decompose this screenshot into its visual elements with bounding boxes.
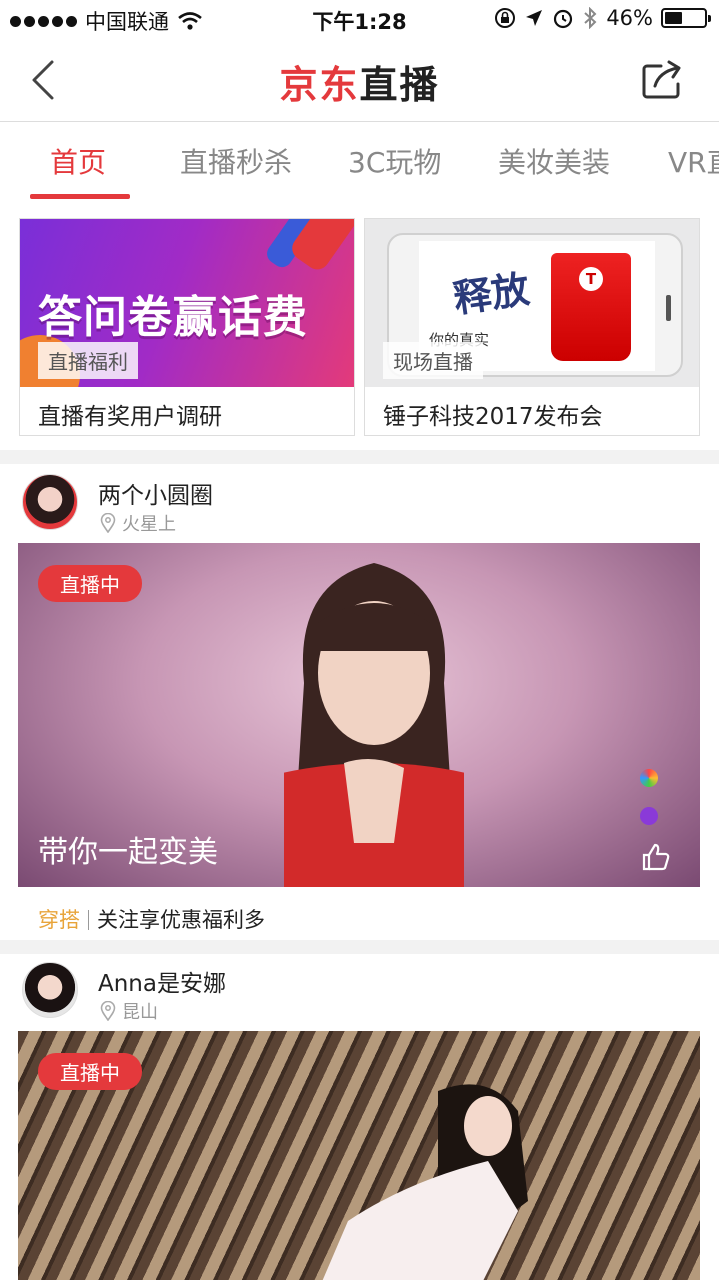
live-post[interactable]: Anna是安娜 昆山 直播中 (0, 954, 719, 1280)
tab-3c[interactable]: 3C玩物 (348, 141, 441, 181)
bunny-icon (640, 807, 658, 825)
tab-beauty[interactable]: 美妆美装 (498, 141, 610, 181)
like-icon[interactable] (640, 841, 672, 873)
battery-percent: 46% (606, 6, 653, 30)
post-category[interactable]: 穿搭 (38, 908, 80, 932)
location-pin-icon (100, 513, 116, 533)
location-text: 昆山 (122, 1002, 158, 1023)
location-text: 火星上 (122, 514, 176, 535)
host-location: 昆山 (100, 998, 158, 1024)
live-badge: 直播中 (38, 1053, 142, 1090)
cover-title: 带你一起变美 (38, 835, 218, 870)
battery-fill (665, 12, 683, 24)
live-cover[interactable]: 直播中 带你一起变美 (18, 543, 700, 887)
share-icon[interactable] (641, 58, 685, 102)
banner-text: 答问卷赢话费 (38, 292, 308, 343)
live-post[interactable]: 两个小圆圈 火星上 直播中 带你一起变美 穿搭 关注享优惠福利多 (0, 464, 719, 940)
live-cover[interactable]: 直播中 (18, 1031, 700, 1280)
status-bar: 中国联通 下午1:28 46% (0, 0, 719, 40)
feature-card-launch[interactable]: 释放 你的真实 现场直播 锤子科技2017发布会 (364, 218, 700, 436)
sparkle-icon (640, 769, 658, 787)
battery-icon (661, 8, 711, 28)
post-description: 关注享优惠福利多 (97, 908, 265, 932)
avatar[interactable] (22, 474, 78, 530)
post-footer: 穿搭 关注享优惠福利多 (38, 904, 265, 934)
rotation-lock-icon (495, 8, 516, 28)
live-badge: 直播中 (38, 565, 142, 602)
alarm-icon (554, 9, 573, 29)
location-pin-icon (100, 1001, 116, 1021)
host-location: 火星上 (100, 510, 176, 536)
host-name[interactable]: Anna是安娜 (98, 964, 226, 998)
red-cloth-image (551, 253, 631, 361)
host-photo (284, 563, 464, 887)
feature-tag: 直播福利 (38, 342, 138, 379)
banner-text: 释放 (450, 265, 533, 322)
title-brand: 京东 (279, 63, 360, 107)
feature-tag: 现场直播 (383, 342, 483, 379)
section-divider (0, 450, 719, 464)
host-name[interactable]: 两个小圆圈 (98, 476, 213, 510)
section-divider (0, 940, 719, 954)
category-tabs: 首页 直播秒杀 3C玩物 美妆美装 VR直 (0, 123, 719, 203)
location-arrow-icon (526, 10, 543, 26)
tab-home[interactable]: 首页 (50, 141, 106, 181)
active-tab-indicator (30, 194, 130, 199)
bluetooth-icon (584, 7, 597, 29)
tab-flash-sale[interactable]: 直播秒杀 (180, 141, 292, 181)
page-title: 京东直播 (0, 54, 719, 109)
feature-caption: 锤子科技2017发布会 (383, 404, 603, 430)
feature-caption: 直播有奖用户调研 (38, 404, 222, 430)
title-suffix: 直播 (359, 63, 440, 107)
nav-bar: 京东直播 (0, 40, 719, 122)
feature-banner: 释放 你的真实 现场直播 (365, 219, 699, 387)
feature-banner: 答问卷赢话费 直播福利 (20, 219, 354, 387)
feature-card-survey[interactable]: 答问卷赢话费 直播福利 直播有奖用户调研 (19, 218, 355, 436)
tab-vr[interactable]: VR直 (668, 141, 719, 181)
avatar[interactable] (22, 962, 78, 1018)
